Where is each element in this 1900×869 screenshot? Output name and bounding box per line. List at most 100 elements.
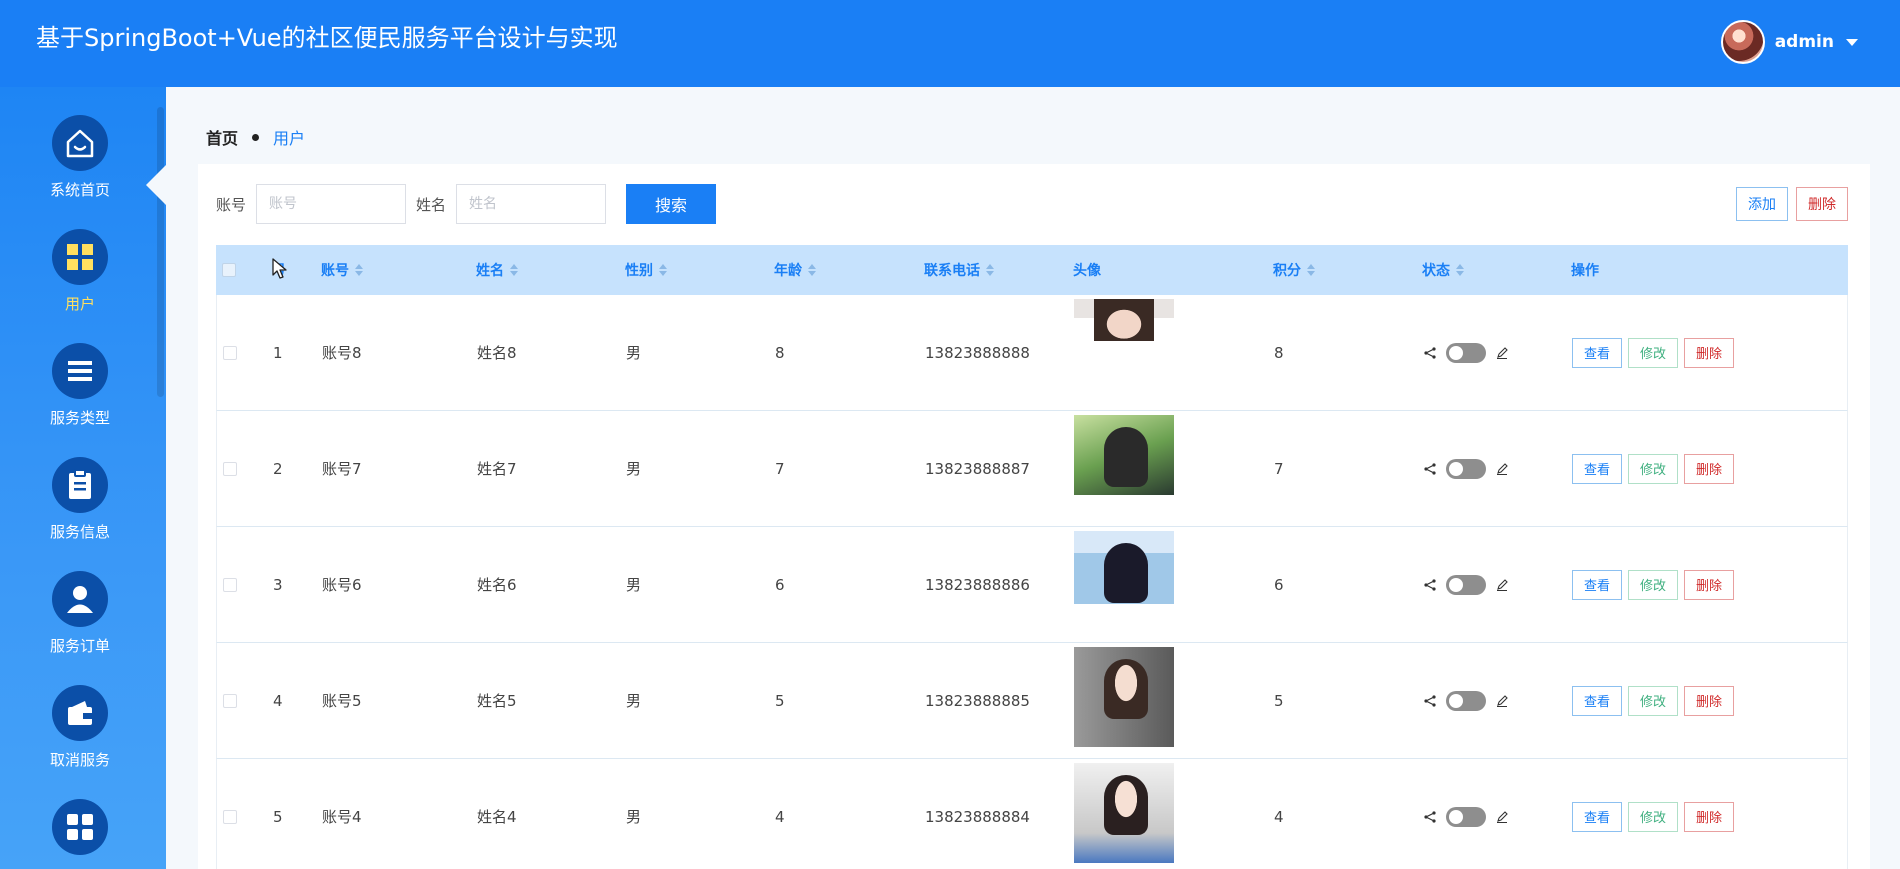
delete-button[interactable]: 删除 [1684, 685, 1734, 716]
account-input[interactable] [256, 184, 407, 224]
row-checkbox[interactable] [223, 809, 237, 824]
avatar[interactable] [1720, 20, 1765, 64]
header-phone[interactable]: 联系电话 [924, 245, 994, 295]
sidebar-item-users[interactable]: 用户 [0, 229, 160, 339]
avatar-photo[interactable] [1074, 647, 1174, 747]
table-header: 号 账号 姓名 性别 年龄 联系电话 头像 积分 状态 操作 [216, 245, 1848, 295]
cell-name: 姓名4 [477, 808, 517, 826]
sort-icon[interactable] [808, 264, 816, 276]
view-button[interactable]: 查看 [1572, 801, 1622, 832]
account-label: 账号 [216, 195, 247, 214]
row-checkbox[interactable] [223, 577, 237, 592]
edit-button[interactable]: 修改 [1628, 337, 1678, 368]
cell-points: 4 [1274, 807, 1284, 826]
sidebar-item-more[interactable] [0, 799, 160, 869]
cell-name: 姓名5 [477, 692, 517, 710]
cell-age: 8 [775, 343, 785, 362]
view-button[interactable]: 查看 [1572, 453, 1622, 484]
sidebar-item-label: 取消服务 [49, 751, 110, 769]
row-checkbox[interactable] [223, 345, 237, 360]
status-cell [1424, 295, 1508, 410]
share-icon[interactable] [1424, 810, 1436, 823]
header-points[interactable]: 积分 [1273, 245, 1315, 295]
edit-button[interactable]: 修改 [1628, 685, 1678, 716]
edit-button[interactable]: 修改 [1628, 801, 1678, 832]
view-button[interactable]: 查看 [1572, 337, 1622, 368]
sidebar-item-service-type[interactable]: 服务类型 [0, 343, 160, 453]
sort-icon[interactable] [986, 264, 994, 276]
table-row: 1 账号8 姓名8 男 8 13823888888 8 查看 修改 删除 [216, 295, 1848, 411]
breadcrumb: 首页 用户 [206, 125, 305, 149]
sort-icon[interactable] [510, 264, 518, 276]
edit-icon[interactable] [1496, 346, 1508, 359]
share-icon[interactable] [1424, 578, 1436, 591]
name-label: 姓名 [416, 195, 447, 214]
edit-button[interactable]: 修改 [1628, 569, 1678, 600]
edit-icon[interactable] [1496, 694, 1508, 707]
cell-index: 1 [273, 343, 283, 362]
sidebar-item-service-info[interactable]: 服务信息 [0, 457, 160, 567]
select-all-checkbox[interactable] [222, 263, 236, 277]
cell-phone: 13823888887 [925, 459, 1030, 478]
status-toggle[interactable] [1446, 574, 1486, 595]
grid-four-icon [52, 229, 108, 285]
search-button[interactable]: 搜索 [626, 184, 717, 224]
status-toggle[interactable] [1446, 458, 1486, 479]
edit-button[interactable]: 修改 [1628, 453, 1678, 484]
edit-icon[interactable] [1496, 810, 1508, 823]
sort-icon[interactable] [659, 264, 667, 276]
avatar-photo[interactable] [1074, 415, 1174, 495]
home-icon [52, 115, 108, 171]
cell-index: 4 [273, 691, 283, 710]
caret-down-icon[interactable] [1846, 38, 1858, 46]
status-toggle[interactable] [1446, 342, 1486, 363]
delete-button[interactable]: 删除 [1684, 569, 1734, 600]
add-button[interactable]: 添加 [1736, 187, 1788, 221]
header-gender[interactable]: 性别 [625, 245, 667, 295]
status-toggle[interactable] [1446, 806, 1486, 827]
header-age[interactable]: 年龄 [774, 245, 816, 295]
avatar-photo[interactable] [1074, 531, 1174, 604]
share-icon[interactable] [1424, 694, 1436, 707]
row-checkbox[interactable] [223, 461, 237, 476]
sort-icon[interactable] [1307, 264, 1315, 276]
view-button[interactable]: 查看 [1572, 685, 1622, 716]
share-icon[interactable] [1424, 462, 1436, 475]
breadcrumb-home[interactable]: 首页 [206, 125, 238, 149]
header-account[interactable]: 账号 [321, 245, 363, 295]
delete-button[interactable]: 删除 [1684, 453, 1734, 484]
header-name[interactable]: 姓名 [476, 245, 518, 295]
user-menu[interactable]: admin [1720, 20, 1858, 64]
cell-age: 6 [775, 575, 785, 594]
row-checkbox[interactable] [223, 693, 237, 708]
table-row: 2 账号7 姓名7 男 7 13823888887 7 查看 修改 删除 [216, 411, 1848, 527]
username[interactable]: admin [1775, 32, 1834, 52]
cell-index: 3 [273, 575, 283, 594]
sidebar-item-label: 服务类型 [49, 409, 110, 427]
delete-button[interactable]: 删除 [1684, 801, 1734, 832]
cell-phone: 13823888888 [925, 343, 1030, 362]
sort-icon[interactable] [355, 264, 363, 276]
bulk-delete-button[interactable]: 删除 [1796, 187, 1848, 221]
cell-phone: 13823888884 [925, 807, 1030, 826]
search-bar: 账号 姓名 搜索 [216, 184, 717, 224]
share-icon[interactable] [1424, 346, 1436, 359]
cell-points: 6 [1274, 575, 1284, 594]
view-button[interactable]: 查看 [1572, 569, 1622, 600]
avatar-photo[interactable] [1074, 299, 1174, 341]
sidebar-item-service-orders[interactable]: 服务订单 [0, 571, 160, 681]
edit-icon[interactable] [1496, 462, 1508, 475]
avatar-photo[interactable] [1074, 763, 1174, 863]
active-indicator [146, 165, 166, 205]
status-toggle[interactable] [1446, 690, 1486, 711]
sidebar: 系统首页 用户 服务类型 服务信息 服务订单 取消服务 [0, 87, 166, 869]
clipboard-icon [52, 457, 108, 513]
header-status[interactable]: 状态 [1422, 245, 1464, 295]
cell-account: 账号7 [322, 460, 362, 478]
sidebar-item-home[interactable]: 系统首页 [0, 115, 160, 225]
name-input[interactable] [456, 184, 607, 224]
sort-icon[interactable] [1456, 264, 1464, 276]
sidebar-item-cancel-service[interactable]: 取消服务 [0, 685, 160, 795]
delete-button[interactable]: 删除 [1684, 337, 1734, 368]
edit-icon[interactable] [1496, 578, 1508, 591]
